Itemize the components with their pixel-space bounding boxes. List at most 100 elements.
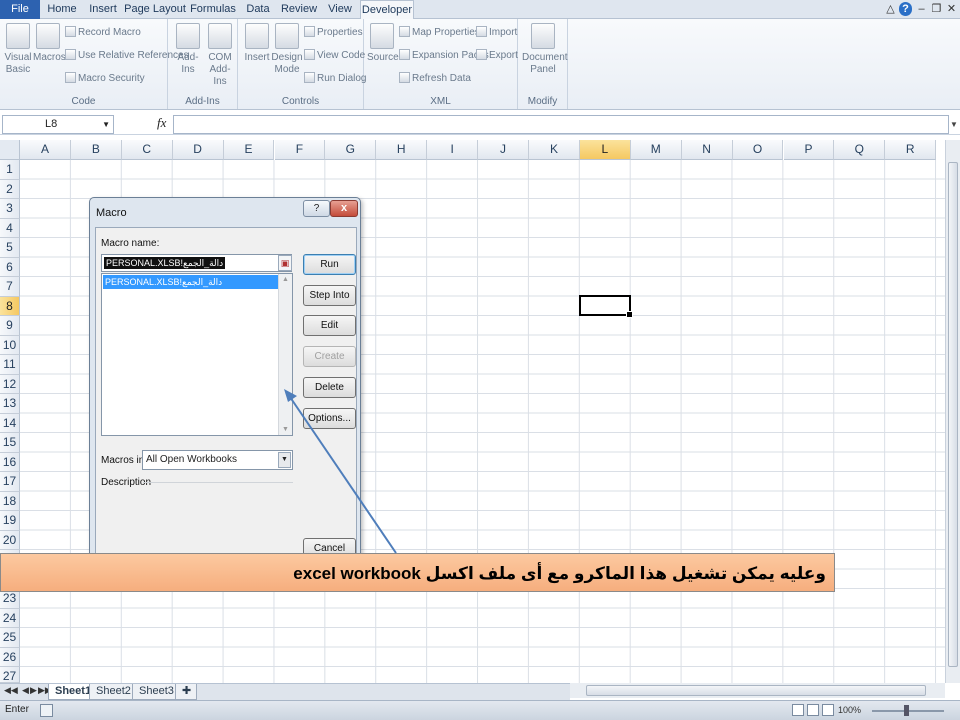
- row-header-6[interactable]: 6: [0, 257, 20, 277]
- design-mode-button[interactable]: Design Mode: [271, 23, 303, 76]
- chevron-down-icon[interactable]: ▼: [278, 452, 291, 468]
- column-header-i[interactable]: I: [427, 140, 479, 160]
- column-header-b[interactable]: B: [70, 140, 122, 160]
- row-header-11[interactable]: 11: [0, 355, 20, 375]
- row-header-16[interactable]: 16: [0, 452, 20, 472]
- column-header-g[interactable]: G: [325, 140, 377, 160]
- scroll-up-icon[interactable]: ▲: [282, 276, 289, 283]
- list-scrollbar[interactable]: ▲ ▼: [278, 274, 292, 435]
- visual-basic-button[interactable]: Visual Basic: [4, 23, 32, 76]
- column-header-l[interactable]: L: [579, 140, 631, 160]
- select-all-corner[interactable]: [0, 140, 20, 160]
- window-close-icon[interactable]: ✕: [945, 2, 958, 16]
- active-cell[interactable]: [579, 295, 633, 318]
- macro-security-button[interactable]: Macro Security: [65, 72, 145, 86]
- row-header-17[interactable]: 17: [0, 472, 20, 492]
- column-header-n[interactable]: N: [681, 140, 733, 160]
- row-header-27[interactable]: 27: [0, 667, 20, 683]
- tab-home[interactable]: Home: [42, 0, 82, 19]
- formula-input[interactable]: [173, 115, 949, 134]
- view-code-button[interactable]: View Code: [304, 49, 365, 63]
- column-header-q[interactable]: Q: [834, 140, 886, 160]
- row-header-13[interactable]: 13: [0, 394, 20, 414]
- refresh-data-button[interactable]: Refresh Data: [399, 72, 471, 86]
- row-header-9[interactable]: 9: [0, 316, 20, 336]
- sheet-tab-sheet2[interactable]: Sheet2: [89, 684, 138, 700]
- tab-page-layout[interactable]: Page Layout: [124, 0, 186, 19]
- create-button[interactable]: Create: [303, 346, 356, 367]
- expand-formula-bar-icon[interactable]: ▼: [949, 115, 959, 134]
- next-sheet-icon[interactable]: ▶: [30, 685, 37, 696]
- first-sheet-icon[interactable]: ◀◀: [4, 685, 18, 696]
- row-header-1[interactable]: 1: [0, 160, 20, 180]
- macro-name-input[interactable]: PERSONAL.XLSB!دالة_الجمع: [101, 254, 292, 272]
- run-button[interactable]: Run: [303, 254, 356, 275]
- row-header-26[interactable]: 26: [0, 647, 20, 667]
- column-header-k[interactable]: K: [529, 140, 580, 160]
- dialog-help-button[interactable]: ?: [303, 200, 330, 217]
- horizontal-scrollbar[interactable]: [570, 683, 945, 698]
- source-button[interactable]: Source: [367, 23, 399, 64]
- column-header-a[interactable]: A: [20, 140, 71, 160]
- zoom-level[interactable]: 100%: [838, 705, 861, 715]
- help-icon[interactable]: ?: [899, 2, 912, 16]
- row-header-4[interactable]: 4: [0, 218, 20, 238]
- column-header-d[interactable]: D: [172, 140, 224, 160]
- row-header-18[interactable]: 18: [0, 491, 20, 511]
- page-layout-view-icon[interactable]: [807, 704, 819, 716]
- dialog-close-button[interactable]: x: [330, 200, 358, 217]
- tab-view[interactable]: View: [322, 0, 358, 19]
- vertical-scrollbar[interactable]: [945, 140, 960, 683]
- column-header-p[interactable]: P: [783, 140, 835, 160]
- row-header-15[interactable]: 15: [0, 433, 20, 453]
- record-macro-button[interactable]: Record Macro: [65, 26, 141, 40]
- macro-record-icon[interactable]: [40, 704, 53, 717]
- map-properties-button[interactable]: Map Properties: [399, 26, 480, 40]
- row-header-19[interactable]: 19: [0, 511, 20, 531]
- row-header-12[interactable]: 12: [0, 374, 20, 394]
- column-header-m[interactable]: M: [630, 140, 682, 160]
- row-header-7[interactable]: 7: [0, 277, 20, 297]
- document-panel-button[interactable]: Document Panel: [522, 23, 568, 76]
- row-header-24[interactable]: 24: [0, 608, 20, 628]
- name-box[interactable]: L8 ▼: [2, 115, 114, 134]
- run-dialog-button[interactable]: Run Dialog: [304, 72, 366, 86]
- window-restore-icon[interactable]: ❐: [930, 2, 943, 16]
- insert-function-button[interactable]: fx: [157, 115, 166, 131]
- row-header-3[interactable]: 3: [0, 199, 20, 219]
- com-add-ins-button[interactable]: COM Add-Ins: [204, 23, 236, 88]
- horizontal-scroll-thumb[interactable]: [586, 685, 926, 696]
- insert-control-button[interactable]: Insert: [242, 23, 272, 64]
- sheet-tab-sheet3[interactable]: Sheet3: [132, 684, 181, 700]
- zoom-slider-thumb[interactable]: [904, 705, 909, 716]
- row-header-2[interactable]: 2: [0, 179, 20, 199]
- tab-formulas[interactable]: Formulas: [188, 0, 238, 19]
- scroll-down-icon[interactable]: ▼: [282, 426, 289, 433]
- import-button[interactable]: Import: [476, 26, 517, 40]
- macros-in-select[interactable]: All Open Workbooks ▼: [142, 450, 293, 470]
- macros-button[interactable]: Macros: [33, 23, 66, 64]
- row-header-10[interactable]: 10: [0, 335, 20, 355]
- column-header-o[interactable]: O: [732, 140, 784, 160]
- column-header-c[interactable]: C: [121, 140, 173, 160]
- vertical-scroll-thumb[interactable]: [948, 162, 958, 667]
- row-header-5[interactable]: 5: [0, 238, 20, 258]
- column-header-e[interactable]: E: [223, 140, 275, 160]
- page-break-view-icon[interactable]: [822, 704, 834, 716]
- column-header-f[interactable]: F: [274, 140, 326, 160]
- collapse-dialog-icon[interactable]: ▣: [278, 255, 292, 271]
- row-header-20[interactable]: 20: [0, 530, 20, 550]
- export-button[interactable]: Export: [476, 49, 518, 63]
- prev-sheet-icon[interactable]: ◀: [22, 685, 29, 696]
- minimize-ribbon-icon[interactable]: △: [884, 2, 897, 16]
- column-header-h[interactable]: H: [376, 140, 428, 160]
- properties-button[interactable]: Properties: [304, 26, 363, 40]
- row-header-25[interactable]: 25: [0, 628, 20, 648]
- window-minimize-icon[interactable]: –: [915, 2, 928, 16]
- step-into-button[interactable]: Step Into: [303, 285, 356, 306]
- list-item[interactable]: PERSONAL.XLSB!دالة_الجمع: [103, 275, 279, 289]
- row-header-14[interactable]: 14: [0, 413, 20, 433]
- column-header-r[interactable]: R: [885, 140, 937, 160]
- insert-sheet-icon[interactable]: ✚: [175, 684, 197, 700]
- tab-review[interactable]: Review: [278, 0, 320, 19]
